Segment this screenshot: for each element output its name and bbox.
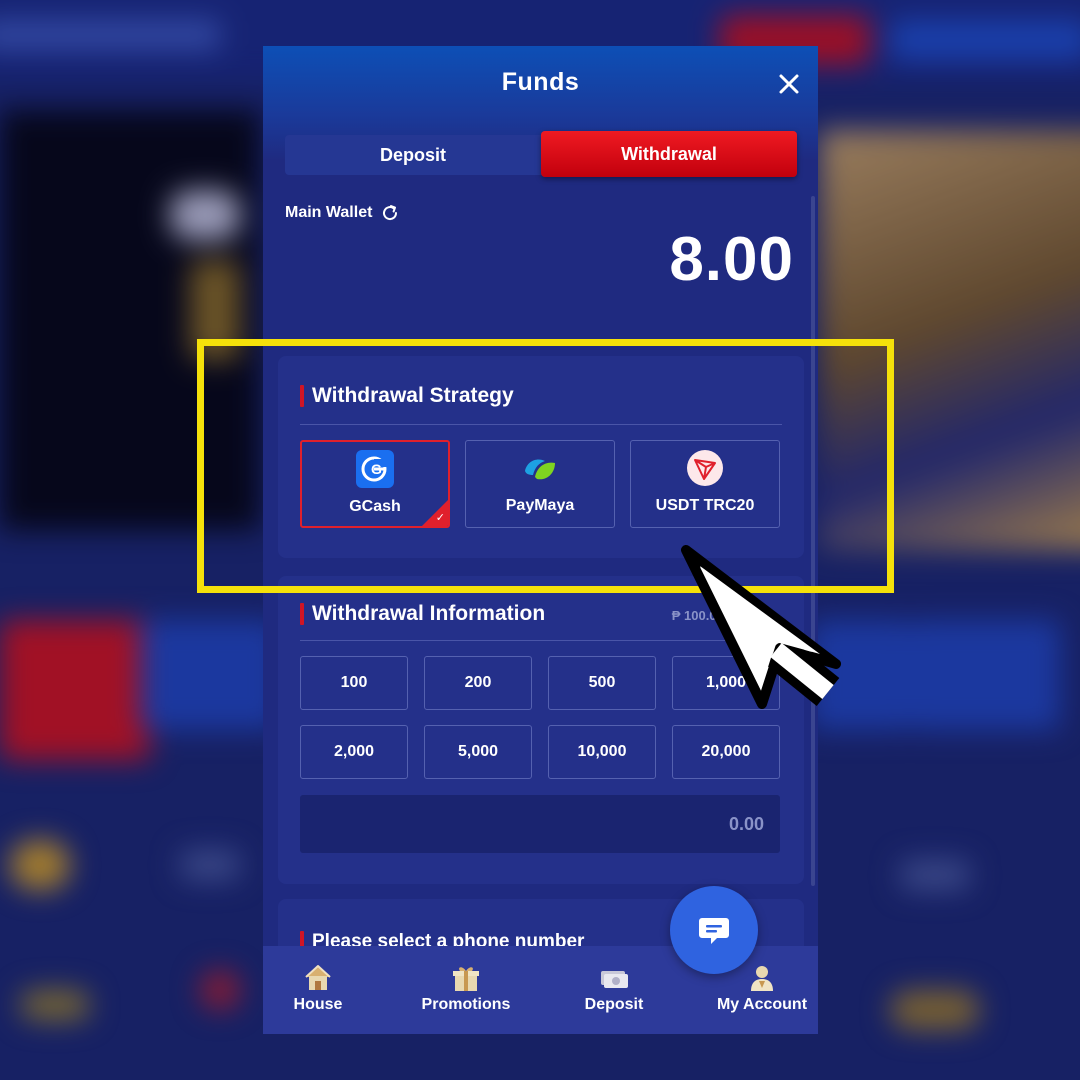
close-icon[interactable] [775, 70, 803, 98]
wallet-label-text: Main Wallet [285, 204, 373, 221]
chat-icon [699, 918, 729, 944]
modal-title: Funds [501, 68, 580, 96]
amount-button[interactable]: 500 [548, 656, 656, 710]
check-icon: ✓ [435, 512, 445, 524]
title-accent-bar [300, 603, 304, 625]
divider [300, 424, 782, 425]
nav-label: Promotions [421, 996, 511, 1013]
amount-button[interactable]: 2,000 [300, 725, 408, 779]
title-accent-bar [300, 385, 304, 407]
withdrawal-amount-input[interactable]: 0.00 [300, 795, 780, 853]
gcash-icon: G [356, 450, 394, 488]
tron-icon [687, 450, 723, 486]
amount-button[interactable]: 1,000 [672, 656, 780, 710]
method-label: PayMaya [505, 497, 575, 514]
nav-deposit[interactable]: Deposit [549, 946, 679, 1034]
amount-button[interactable]: 5,000 [424, 725, 532, 779]
amount-button[interactable]: 10,000 [548, 725, 656, 779]
divider [300, 640, 782, 641]
money-icon [601, 971, 628, 988]
nav-promotions[interactable]: Promotions [401, 946, 531, 1034]
nav-label: Deposit [584, 996, 644, 1013]
method-usdt-trc20[interactable]: USDT TRC20 [630, 440, 780, 528]
user-icon [751, 966, 773, 991]
scrollbar[interactable] [811, 196, 815, 886]
refresh-icon[interactable] [380, 203, 400, 223]
method-gcash[interactable]: G GCash ✓ [300, 440, 450, 528]
amount-range: ₱ 100.00 - ₱ [671, 608, 744, 623]
amount-button[interactable]: 20,000 [672, 725, 780, 779]
main-wallet-label: Main Wallet [285, 203, 400, 223]
funds-modal: Funds Deposit Withdrawal Main Wallet 8.0… [263, 46, 818, 1034]
nav-house[interactable]: House [263, 946, 383, 1034]
method-label: USDT TRC20 [655, 497, 755, 514]
chat-button[interactable] [670, 886, 758, 974]
svg-text:G: G [371, 461, 382, 477]
paymaya-icon [525, 459, 555, 480]
method-paymaya[interactable]: PayMaya [465, 440, 615, 528]
withdrawal-strategy-title: Withdrawal Strategy [312, 384, 514, 407]
gift-icon [453, 967, 479, 991]
wallet-balance: 8.00 [669, 225, 794, 294]
nav-label: House [293, 996, 343, 1013]
tab-withdrawal[interactable]: Withdrawal [541, 131, 797, 177]
house-icon [305, 965, 331, 990]
withdrawal-strategy-card: Withdrawal Strategy G GCash ✓ PayMaya US… [278, 356, 804, 558]
withdrawal-information-card: Withdrawal Information ₱ 100.00 - ₱ 100 … [278, 576, 804, 884]
funds-tabs: Deposit Withdrawal [285, 131, 797, 177]
amount-button[interactable]: 100 [300, 656, 408, 710]
amount-button[interactable]: 200 [424, 656, 532, 710]
tab-deposit[interactable]: Deposit [285, 135, 541, 175]
withdrawal-information-title: Withdrawal Information [312, 602, 546, 625]
section-title: Withdrawal Strategy [300, 384, 514, 408]
section-title: Withdrawal Information [300, 602, 545, 626]
nav-label: My Account [716, 996, 808, 1013]
